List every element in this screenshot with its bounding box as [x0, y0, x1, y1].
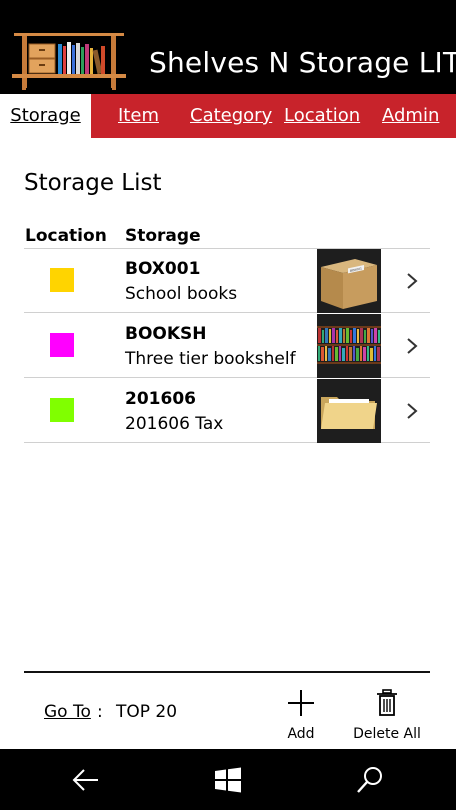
tab-location[interactable]: Location	[284, 94, 360, 138]
location-color-swatch	[50, 333, 74, 357]
location-color-swatch	[50, 398, 74, 422]
chevron-right-icon	[407, 273, 418, 289]
chevron-right-icon	[407, 403, 418, 419]
plus-icon	[288, 690, 314, 716]
app-header: Shelves N Storage LITE	[0, 0, 456, 94]
column-header-storage: Storage	[125, 226, 201, 246]
storage-description: School books	[125, 284, 238, 304]
storage-description: Three tier bookshelf	[125, 349, 296, 369]
windows-start-icon[interactable]	[212, 764, 244, 796]
trash-icon	[377, 689, 397, 716]
page-title: Storage List	[24, 170, 162, 196]
tab-category[interactable]: Category	[190, 94, 272, 138]
tab-bar: Storage Item Category Location Admin	[0, 94, 456, 138]
add-button[interactable]: Add	[283, 688, 319, 742]
chevron-right-icon	[407, 338, 418, 354]
app-bar-divider	[24, 671, 430, 673]
system-nav-bar	[0, 749, 456, 810]
storage-code: BOX001	[125, 259, 201, 279]
location-color-swatch	[50, 268, 74, 292]
column-header-location: Location	[25, 226, 107, 246]
add-button-label: Add	[287, 726, 315, 742]
delete-all-button-label: Delete All	[353, 726, 421, 742]
bookshelf-logo-icon	[12, 33, 126, 90]
search-icon[interactable]	[354, 764, 386, 796]
storage-row-201606[interactable]: 201606 201606 Tax	[24, 379, 430, 443]
storage-description: 201606 Tax	[125, 414, 224, 434]
goto-separator: :	[97, 702, 103, 722]
back-arrow-icon[interactable]	[70, 764, 102, 796]
cardboard-box-icon: BOX001	[317, 249, 381, 313]
delete-all-button[interactable]: Delete All	[352, 688, 422, 742]
app-title: Shelves N Storage LITE	[149, 46, 456, 79]
storage-code: BOOKSH	[125, 324, 207, 344]
goto-link[interactable]: Go To	[44, 702, 91, 722]
storage-row-booksh[interactable]: BOOKSH Three tier bookshelf	[24, 314, 430, 378]
tab-item[interactable]: Item	[118, 94, 159, 138]
folder-icon	[317, 379, 381, 443]
storage-code: 201606	[125, 389, 196, 409]
bookshelf-icon	[317, 314, 381, 378]
goto-value[interactable]: TOP 20	[116, 702, 177, 722]
storage-row-box001[interactable]: BOX001 School books BOX001	[24, 249, 430, 313]
tab-storage[interactable]: Storage	[0, 94, 91, 138]
tab-admin[interactable]: Admin	[382, 94, 439, 138]
